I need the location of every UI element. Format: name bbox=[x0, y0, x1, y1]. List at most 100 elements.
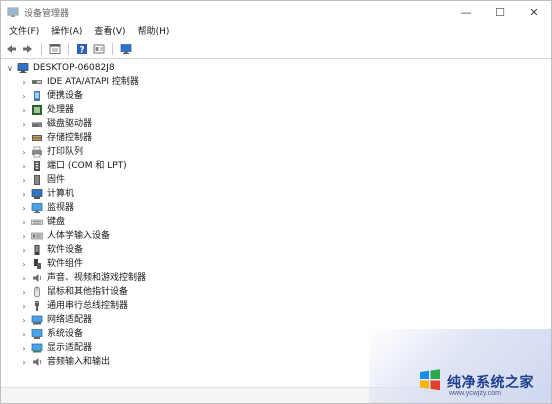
network-adapter-icon bbox=[31, 314, 43, 326]
expand-chevron-icon[interactable]: › bbox=[19, 103, 29, 117]
tree-item[interactable]: › 网络适配器 bbox=[19, 313, 92, 327]
expand-chevron-icon[interactable]: › bbox=[19, 341, 29, 355]
display-adapter-icon bbox=[31, 342, 43, 354]
title-bar: 设备管理器 — ☐ ✕ bbox=[1, 1, 551, 23]
tree-item-label: 端口 (COM 和 LPT) bbox=[47, 161, 127, 171]
svg-text:?: ? bbox=[79, 46, 84, 56]
menu-help[interactable]: 帮助(H) bbox=[132, 24, 176, 40]
forward-arrow-icon bbox=[23, 45, 32, 53]
expand-chevron-icon[interactable]: › bbox=[19, 145, 29, 159]
tree-item-label: 音频输入和输出 bbox=[47, 357, 111, 367]
back-arrow-icon bbox=[7, 45, 16, 53]
tree-root-label: DESKTOP-06082J8 bbox=[33, 63, 115, 73]
expand-chevron-icon[interactable]: › bbox=[19, 201, 29, 215]
tree-item[interactable]: › 打印队列 bbox=[19, 145, 83, 159]
tree-item[interactable]: › 软件组件 bbox=[19, 257, 83, 271]
tree-item-label: 磁盘驱动器 bbox=[47, 119, 93, 129]
menu-view[interactable]: 查看(V) bbox=[88, 24, 131, 40]
show-hidden-button[interactable] bbox=[92, 42, 106, 56]
close-icon: ✕ bbox=[529, 5, 539, 19]
tree-item[interactable]: › 存储控制器 bbox=[19, 131, 92, 145]
tree-item[interactable]: › 端口 (COM 和 LPT) bbox=[19, 159, 127, 173]
tree-item[interactable]: › 便携设备 bbox=[19, 89, 83, 103]
expand-chevron-icon[interactable]: › bbox=[19, 215, 29, 229]
tree-item[interactable]: › 处理器 bbox=[19, 103, 74, 117]
show-hidden-icon bbox=[93, 44, 105, 54]
watermark-url: www.ycwjzy.com bbox=[449, 390, 501, 397]
computer-icon bbox=[31, 188, 43, 200]
expand-chevron-icon[interactable]: › bbox=[19, 271, 29, 285]
menu-bar: 文件(F) 操作(A) 查看(V) 帮助(H) bbox=[1, 24, 551, 40]
expand-chevron-icon[interactable]: › bbox=[19, 187, 29, 201]
menu-file[interactable]: 文件(F) bbox=[1, 24, 45, 40]
tree-item-label: 存储控制器 bbox=[47, 133, 93, 143]
minimize-button[interactable]: — bbox=[449, 1, 483, 23]
expand-chevron-icon[interactable]: › bbox=[19, 159, 29, 173]
storage-controller-icon bbox=[31, 132, 43, 144]
windows-logo-icon bbox=[417, 367, 443, 393]
watermark-brand: 纯净系统之家 bbox=[447, 375, 534, 391]
help-button[interactable]: ? bbox=[75, 42, 89, 56]
expand-chevron-icon[interactable]: › bbox=[19, 285, 29, 299]
expand-chevron-icon[interactable]: › bbox=[19, 173, 29, 187]
tree-item[interactable]: › 人体学输入设备 bbox=[19, 229, 110, 243]
usb-icon bbox=[31, 300, 43, 312]
expand-chevron-icon[interactable]: › bbox=[19, 355, 29, 369]
expand-chevron-icon[interactable]: › bbox=[19, 229, 29, 243]
hid-icon bbox=[31, 230, 43, 242]
scan-hardware-button[interactable] bbox=[119, 42, 133, 56]
help-icon: ? bbox=[77, 44, 87, 56]
properties-button[interactable] bbox=[48, 42, 62, 56]
back-button[interactable] bbox=[4, 42, 18, 56]
tree-item-label: 网络适配器 bbox=[47, 315, 93, 325]
minimize-icon: — bbox=[460, 5, 472, 19]
expand-chevron-icon[interactable]: › bbox=[19, 75, 29, 89]
processor-icon bbox=[31, 104, 43, 116]
tree-item-label: 声音、视频和游戏控制器 bbox=[47, 273, 147, 283]
tree-item[interactable]: › 软件设备 bbox=[19, 243, 83, 257]
window-title: 设备管理器 bbox=[24, 9, 70, 19]
tree-item[interactable]: › 鼠标和其他指针设备 bbox=[19, 285, 128, 299]
tree-item[interactable]: › 固件 bbox=[19, 173, 65, 187]
tree-item[interactable]: › 计算机 bbox=[19, 187, 74, 201]
tree-item[interactable]: › 声音、视频和游戏控制器 bbox=[19, 271, 146, 285]
expand-chevron-icon[interactable]: › bbox=[19, 299, 29, 313]
expand-chevron-icon[interactable]: › bbox=[19, 117, 29, 131]
tree-item[interactable]: › 音频输入和输出 bbox=[19, 355, 110, 369]
tree-item-label: 监视器 bbox=[47, 203, 75, 213]
system-device-icon bbox=[31, 328, 43, 340]
tree-item[interactable]: › IDE ATA/ATAPI 控制器 bbox=[19, 75, 139, 89]
collapse-chevron-icon[interactable]: ∨ bbox=[5, 61, 15, 75]
printer-icon bbox=[31, 146, 43, 158]
software-device-icon bbox=[31, 244, 43, 256]
menu-action[interactable]: 操作(A) bbox=[45, 24, 88, 40]
tree-item-label: 显示适配器 bbox=[47, 343, 93, 353]
keyboard-icon bbox=[31, 216, 43, 228]
expand-chevron-icon[interactable]: › bbox=[19, 131, 29, 145]
tree-item[interactable]: › 通用串行总线控制器 bbox=[19, 299, 128, 313]
expand-chevron-icon[interactable]: › bbox=[19, 257, 29, 271]
monitor-icon bbox=[31, 202, 43, 214]
expand-chevron-icon[interactable]: › bbox=[19, 89, 29, 103]
software-component-icon bbox=[31, 258, 43, 270]
tree-root[interactable]: ∨ DESKTOP-06082J8 bbox=[5, 61, 115, 75]
tree-item-label: 处理器 bbox=[47, 105, 75, 115]
close-button[interactable]: ✕ bbox=[517, 1, 551, 23]
tree-item[interactable]: › 磁盘驱动器 bbox=[19, 117, 92, 131]
tree-item-label: 人体学输入设备 bbox=[47, 231, 111, 241]
tree-item[interactable]: › 系统设备 bbox=[19, 327, 83, 341]
expand-chevron-icon[interactable]: › bbox=[19, 243, 29, 257]
expand-chevron-icon[interactable]: › bbox=[19, 327, 29, 341]
disk-drive-icon bbox=[31, 118, 43, 130]
toolbar: ? bbox=[1, 41, 551, 57]
mouse-icon bbox=[31, 286, 43, 298]
expand-chevron-icon[interactable]: › bbox=[19, 313, 29, 327]
maximize-button[interactable]: ☐ bbox=[483, 1, 517, 23]
tree-item[interactable]: › 键盘 bbox=[19, 215, 65, 229]
tree-item-label: 计算机 bbox=[47, 189, 75, 199]
firmware-icon bbox=[31, 174, 43, 186]
forward-button[interactable] bbox=[21, 42, 35, 56]
tree-item[interactable]: › 监视器 bbox=[19, 201, 74, 215]
toolbar-separator bbox=[112, 43, 113, 55]
tree-item[interactable]: › 显示适配器 bbox=[19, 341, 92, 355]
